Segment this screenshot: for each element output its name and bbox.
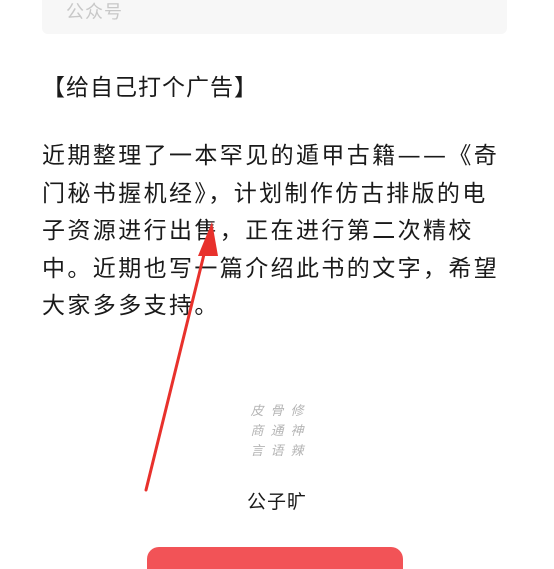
author-name[interactable]: 公子旷 xyxy=(0,487,554,514)
paragraph-line: 近期整理了一本罕见的遁甲古籍——《奇 xyxy=(42,143,500,169)
search-input[interactable]: 公众号 xyxy=(42,0,507,34)
seal-char: 皮 xyxy=(250,404,264,419)
author-seal: 皮 骨 修 商 通 神 言 语 辣 xyxy=(248,403,308,461)
seal-char: 言 xyxy=(250,444,264,459)
ad-heading: 【给自己打个广告】 xyxy=(42,75,258,101)
action-button[interactable] xyxy=(147,547,403,569)
seal-char: 通 xyxy=(270,424,284,439)
paragraph-line: 子资源进行出售，正在进行第二次精校 xyxy=(42,218,474,244)
article-paragraph: 近期整理了一本罕见的遁甲古籍——《奇 门秘书握机经》，计划制作仿古排版的电 子资… xyxy=(42,138,512,326)
seal-char: 修 xyxy=(290,404,304,419)
paragraph-line: 中。近期也写一篇介绍此书的文字，希望 xyxy=(42,255,500,282)
seal-char: 神 xyxy=(290,424,304,439)
seal-char: 商 xyxy=(250,424,264,439)
seal-char: 语 xyxy=(270,444,284,459)
search-placeholder: 公众号 xyxy=(66,2,123,23)
paragraph-line: 门秘书握机经》，计划制作仿古排版的电 xyxy=(42,180,488,207)
seal-char: 骨 xyxy=(270,404,284,419)
seal-char: 辣 xyxy=(290,444,304,459)
page: 公众号 【给自己打个广告】 近期整理了一本罕见的遁甲古籍——《奇 门秘书握机经》… xyxy=(0,0,554,569)
paragraph-line: 大家多多支持。 xyxy=(42,293,220,319)
